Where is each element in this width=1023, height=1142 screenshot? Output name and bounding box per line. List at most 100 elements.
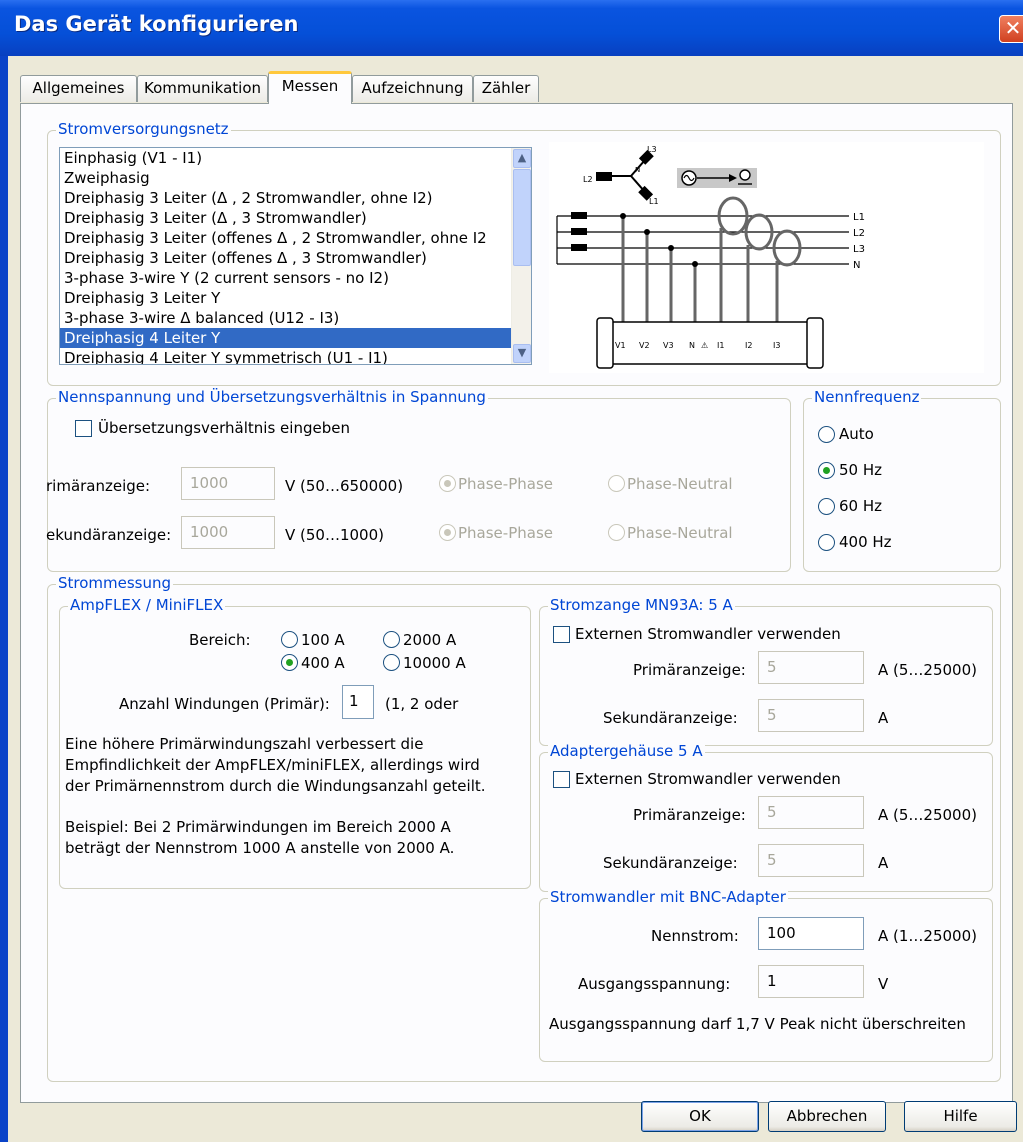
- help-button[interactable]: Hilfe: [904, 1101, 1017, 1132]
- adapter-primary-input[interactable]: 5: [758, 796, 864, 829]
- list-item[interactable]: Zweiphasig: [60, 168, 531, 188]
- tab-panel-messen: Stromversorgungsnetz Einphasig (V1 - I1)…: [20, 103, 1013, 1103]
- voltage-secondary-label: ekundäranzeige:: [46, 526, 172, 544]
- range-400a-radio[interactable]: [281, 654, 298, 671]
- star-label: L1: [649, 197, 659, 206]
- phase-phase-label: Phase-Phase: [458, 475, 553, 493]
- cancel-button[interactable]: Abbrechen: [768, 1101, 886, 1132]
- range-label: Bereich:: [189, 631, 251, 649]
- info-line: der Primärnennstrom durch die Windungsan…: [65, 777, 486, 795]
- clamp-external-checkbox[interactable]: [553, 626, 570, 643]
- bnc-nominal-range: A (1…25000): [878, 927, 977, 945]
- freq-50hz-label: 50 Hz: [839, 461, 883, 479]
- network-listbox[interactable]: Einphasig (V1 - I1) Zweiphasig Dreiphasi…: [59, 147, 532, 365]
- freq-60hz-label: 60 Hz: [839, 497, 883, 515]
- tab-kommunikation[interactable]: Kommunikation: [137, 75, 268, 102]
- terminal-label: I1: [717, 341, 724, 350]
- tab-aufzeichnung[interactable]: Aufzeichnung: [352, 75, 473, 102]
- clamp-legend: Stromzange MN93A: 5 A: [548, 596, 735, 614]
- voltage-secondary-phase-neutral-radio[interactable]: [608, 524, 625, 541]
- freq-400hz-radio[interactable]: [818, 534, 835, 551]
- line-label: L2: [853, 228, 865, 239]
- wiring-diagram-svg: L3 L2 N L1 L1 L2 L3 N V1 V2 V3 N ⚠ I1 I2…: [556, 145, 865, 369]
- clamp-primary-label: Primäranzeige:: [633, 661, 746, 679]
- freq-50hz-radio[interactable]: [818, 462, 835, 479]
- range-10000a-label: 10000 A: [403, 654, 466, 672]
- adapter-external-checkbox[interactable]: [553, 771, 570, 788]
- title-bar[interactable]: Das Gerät konfigurieren ✕: [0, 0, 1023, 56]
- dialog-client: Allgemeines Kommunikation Messen Aufzeic…: [8, 56, 1023, 1142]
- list-item[interactable]: Einphasig (V1 - I1): [60, 148, 531, 168]
- freq-auto-radio[interactable]: [818, 426, 835, 443]
- phase-neutral-label: Phase-Neutral: [627, 524, 733, 542]
- star-source-icon: [596, 149, 654, 201]
- voltage-secondary-input[interactable]: 1000: [181, 516, 275, 549]
- range-100a-label: 100 A: [301, 631, 345, 649]
- range-100a-radio[interactable]: [281, 631, 298, 648]
- list-item[interactable]: Dreiphasig 3 Leiter (offenes Δ , 2 Strom…: [60, 228, 531, 248]
- freq-400hz-label: 400 Hz: [839, 533, 892, 551]
- line-label: L1: [853, 212, 865, 223]
- scroll-up-icon[interactable]: ▲: [513, 149, 531, 168]
- clamp-primary-range: A (5…25000): [878, 661, 977, 679]
- list-item[interactable]: Dreiphasig 3 Leiter (offenes Δ , 3 Strom…: [60, 248, 531, 268]
- voltage-primary-input[interactable]: 1000: [181, 467, 275, 500]
- voltage-primary-phase-neutral-radio[interactable]: [608, 475, 625, 492]
- voltage-primary-range: V (50…650000): [285, 477, 404, 495]
- ampflex-example-text: Beispiel: Bei 2 Primärwindungen im Berei…: [65, 817, 454, 859]
- terminal-label: V3: [663, 341, 674, 350]
- voltage-secondary-range: V (50…1000): [285, 526, 384, 544]
- list-item-selected[interactable]: Dreiphasig 4 Leiter Y: [60, 328, 531, 348]
- terminal-label: V1: [615, 341, 626, 350]
- freq-auto-label: Auto: [839, 425, 874, 443]
- list-item[interactable]: Dreiphasig 3 Leiter Y: [60, 288, 531, 308]
- voltage-secondary-phase-phase-radio[interactable]: [439, 524, 456, 541]
- clamp-external-label: Externen Stromwandler verwenden: [575, 625, 841, 643]
- close-icon: ✕: [1004, 16, 1022, 40]
- bnc-nominal-input[interactable]: 100: [758, 917, 864, 950]
- dialog-window: Das Gerät konfigurieren ✕ Allgemeines Ko…: [0, 0, 1023, 1142]
- list-item[interactable]: Dreiphasig 4 Leiter Y symmetrisch (U1 - …: [60, 348, 531, 364]
- terminal-label: I3: [773, 341, 780, 350]
- terminal-label: N: [689, 341, 695, 350]
- clamp-secondary-unit: A: [878, 709, 889, 727]
- tab-allgemeines[interactable]: Allgemeines: [20, 75, 137, 102]
- adapter-primary-range: A (5…25000): [878, 806, 977, 824]
- voltage-legend: Nennspannung und Übersetzungsverhältnis …: [56, 388, 488, 406]
- turns-label: Anzahl Windungen (Primär):: [119, 695, 330, 713]
- ratio-checkbox-label: Übersetzungsverhältnis eingeben: [98, 419, 350, 437]
- turns-input[interactable]: 1: [342, 685, 374, 719]
- ok-button[interactable]: OK: [641, 1101, 759, 1132]
- list-item[interactable]: 3-phase 3-wire Y (2 current sensors - no…: [60, 268, 531, 288]
- voltage-primary-phase-phase-radio[interactable]: [439, 475, 456, 492]
- list-item[interactable]: Dreiphasig 3 Leiter (Δ , 2 Stromwandler,…: [60, 188, 531, 208]
- phase-phase-label: Phase-Phase: [458, 524, 553, 542]
- close-button[interactable]: ✕: [999, 15, 1023, 43]
- listbox-scrollbar[interactable]: ▲ ▼: [511, 148, 531, 364]
- ampflex-info-text: Eine höhere Primärwindungszahl verbesser…: [65, 734, 486, 797]
- scroll-down-icon[interactable]: ▼: [513, 344, 531, 363]
- frequency-legend: Nennfrequenz: [812, 388, 922, 406]
- clamp-primary-input[interactable]: 5: [758, 651, 864, 684]
- tab-zaehler[interactable]: Zähler: [473, 75, 539, 102]
- range-10000a-radio[interactable]: [383, 654, 400, 671]
- warning-icon: ⚠: [701, 341, 708, 350]
- range-2000a-radio[interactable]: [383, 631, 400, 648]
- list-item[interactable]: Dreiphasig 3 Leiter (Δ , 3 Stromwandler): [60, 208, 531, 228]
- star-label: L2: [583, 175, 593, 184]
- freq-60hz-radio[interactable]: [818, 498, 835, 515]
- list-item[interactable]: 3-phase 3-wire Δ balanced (U12 - I3): [60, 308, 531, 328]
- bnc-output-unit: V: [878, 975, 889, 993]
- current-legend: Strommessung: [56, 574, 174, 592]
- bnc-nominal-label: Nennstrom:: [651, 927, 739, 945]
- adapter-secondary-input[interactable]: 5: [758, 844, 864, 877]
- bnc-output-input[interactable]: 1: [758, 965, 864, 998]
- voltage-primary-label: rimäranzeige:: [46, 477, 151, 495]
- bnc-legend: Stromwandler mit BNC-Adapter: [548, 888, 788, 906]
- scroll-thumb[interactable]: [513, 169, 531, 266]
- turns-hint: (1, 2 oder: [385, 695, 459, 713]
- info-line: Eine höhere Primärwindungszahl verbesser…: [65, 735, 424, 753]
- clamp-secondary-input[interactable]: 5: [758, 699, 864, 732]
- ratio-checkbox[interactable]: [75, 420, 92, 437]
- tab-messen[interactable]: Messen: [268, 71, 352, 104]
